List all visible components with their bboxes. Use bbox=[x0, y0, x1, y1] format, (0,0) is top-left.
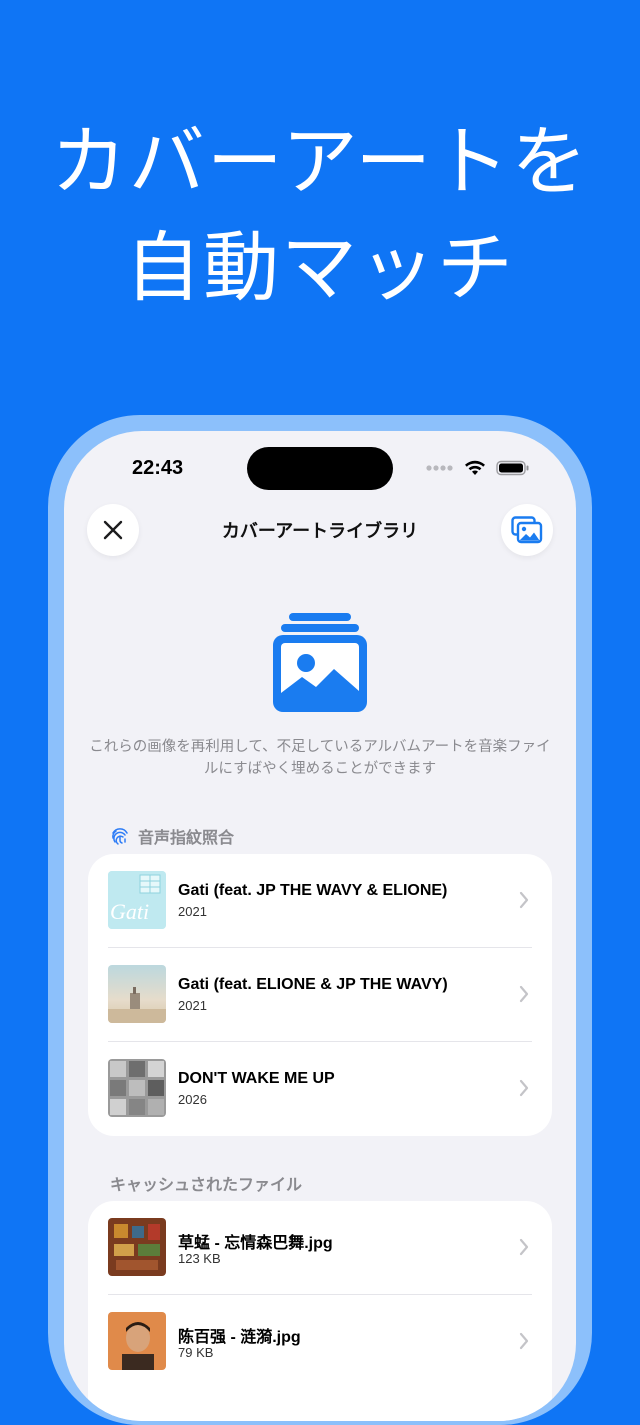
fingerprint-card: Gati Gati (feat. JP THE WAVY & ELIONE) 2… bbox=[88, 854, 552, 1136]
chevron-right-icon bbox=[519, 1079, 529, 1097]
item-subtitle: 2021 bbox=[178, 998, 207, 1013]
chevron-right-icon bbox=[519, 985, 529, 1003]
item-title: Gati (feat. ELIONE & JP THE WAVY) bbox=[178, 976, 448, 993]
section-cached-title: キャッシュされたファイル bbox=[110, 1175, 303, 1194]
list-item[interactable]: 陈百强 - 涟漪.jpg 79 KB bbox=[88, 1295, 552, 1389]
album-thumbnail: Gati bbox=[108, 871, 166, 929]
thumbnail-text: Gati bbox=[110, 899, 150, 924]
intro-text: これらの画像を再利用して、不足しているアルバムアートを音楽ファイルにすばやく埋め… bbox=[89, 739, 551, 777]
chevron-right-icon bbox=[519, 1332, 529, 1350]
wifi-icon bbox=[465, 460, 485, 475]
list-item[interactable]: DON'T WAKE ME UP 2026 bbox=[88, 1042, 552, 1136]
cellular-icon bbox=[426, 465, 453, 471]
list-item[interactable]: Gati Gati (feat. JP THE WAVY & ELIONE) 2… bbox=[88, 854, 552, 948]
item-title: Gati (feat. JP THE WAVY & ELIONE) bbox=[178, 882, 448, 899]
item-title: 陈百强 - 涟漪.jpg bbox=[178, 1329, 301, 1346]
battery-icon bbox=[496, 460, 529, 476]
dynamic-island bbox=[247, 447, 393, 490]
fingerprint-icon bbox=[112, 828, 128, 845]
item-subtitle: 123 KB bbox=[178, 1251, 221, 1266]
item-subtitle: 2026 bbox=[178, 1092, 207, 1107]
list-item[interactable]: 草蜢 - 忘情森巴舞.jpg 123 KB bbox=[88, 1201, 552, 1295]
file-thumbnail bbox=[108, 1218, 166, 1276]
chevron-right-icon bbox=[519, 1238, 529, 1256]
item-title: DON'T WAKE ME UP bbox=[178, 1070, 335, 1087]
gallery-button[interactable] bbox=[501, 504, 553, 556]
section-cached-header: キャッシュされたファイル bbox=[110, 1171, 302, 1195]
section-fingerprint-header: 音声指紋照合 bbox=[110, 824, 234, 848]
headline-line-1: カバーアートを bbox=[50, 117, 590, 206]
list-item[interactable]: Gati (feat. ELIONE & JP THE WAVY) 2021 bbox=[88, 948, 552, 1042]
nav-title: カバーアートライブラリ bbox=[221, 521, 419, 542]
item-subtitle: 2021 bbox=[178, 904, 207, 919]
section-fingerprint-title: 音声指紋照合 bbox=[138, 828, 235, 847]
chevron-right-icon bbox=[519, 891, 529, 909]
item-subtitle: 79 KB bbox=[178, 1345, 214, 1360]
photo-stack-icon bbox=[273, 613, 367, 712]
album-thumbnail bbox=[108, 965, 166, 1023]
album-thumbnail bbox=[108, 1059, 166, 1117]
status-icons bbox=[426, 459, 530, 477]
status-time: 22:43 bbox=[132, 457, 184, 479]
headline-line-2: 自動マッチ bbox=[125, 223, 515, 312]
cached-card: 草蜢 - 忘情森巴舞.jpg 123 KB 陈百强 - 涟漪.jpg 79 KB bbox=[88, 1201, 552, 1421]
photo-gallery-icon bbox=[511, 516, 543, 544]
phone-screen: 22:43 カバーアートライブラリ これらの画像を再利用して、不足しているアルバ… bbox=[64, 431, 576, 1421]
file-thumbnail bbox=[108, 1312, 166, 1370]
item-title: 草蜢 - 忘情森巴舞.jpg bbox=[178, 1235, 333, 1252]
